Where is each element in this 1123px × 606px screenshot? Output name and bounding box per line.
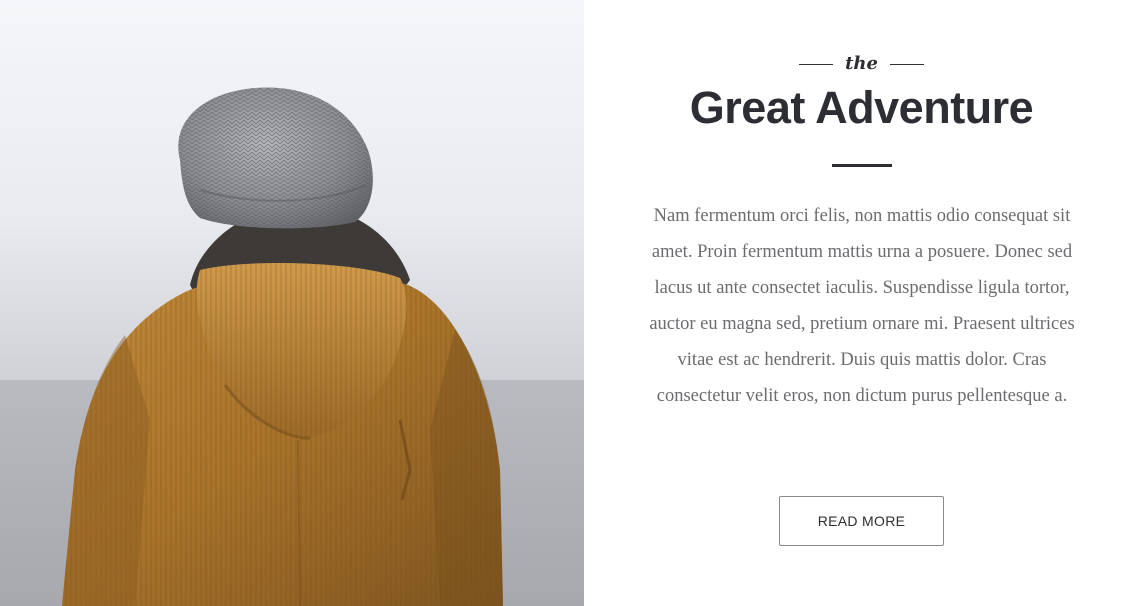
read-more-button[interactable]: READ MORE — [779, 496, 944, 546]
eyebrow: the — [584, 50, 1123, 78]
article-panel: the Great Adventure Nam fermentum orci f… — [584, 0, 1123, 606]
page-title: Great Adventure — [689, 82, 1034, 133]
eyebrow-right-rule — [889, 63, 924, 65]
eyebrow-text: the — [845, 53, 878, 74]
feature-section: the Great Adventure Nam fermentum orci f… — [0, 0, 1123, 606]
hero-photo-illustration — [0, 0, 584, 606]
hero-photo — [0, 0, 584, 606]
title-divider — [832, 164, 892, 167]
eyebrow-left-rule — [799, 63, 834, 65]
article-body: Nam fermentum orci felis, non mattis odi… — [649, 206, 1075, 406]
